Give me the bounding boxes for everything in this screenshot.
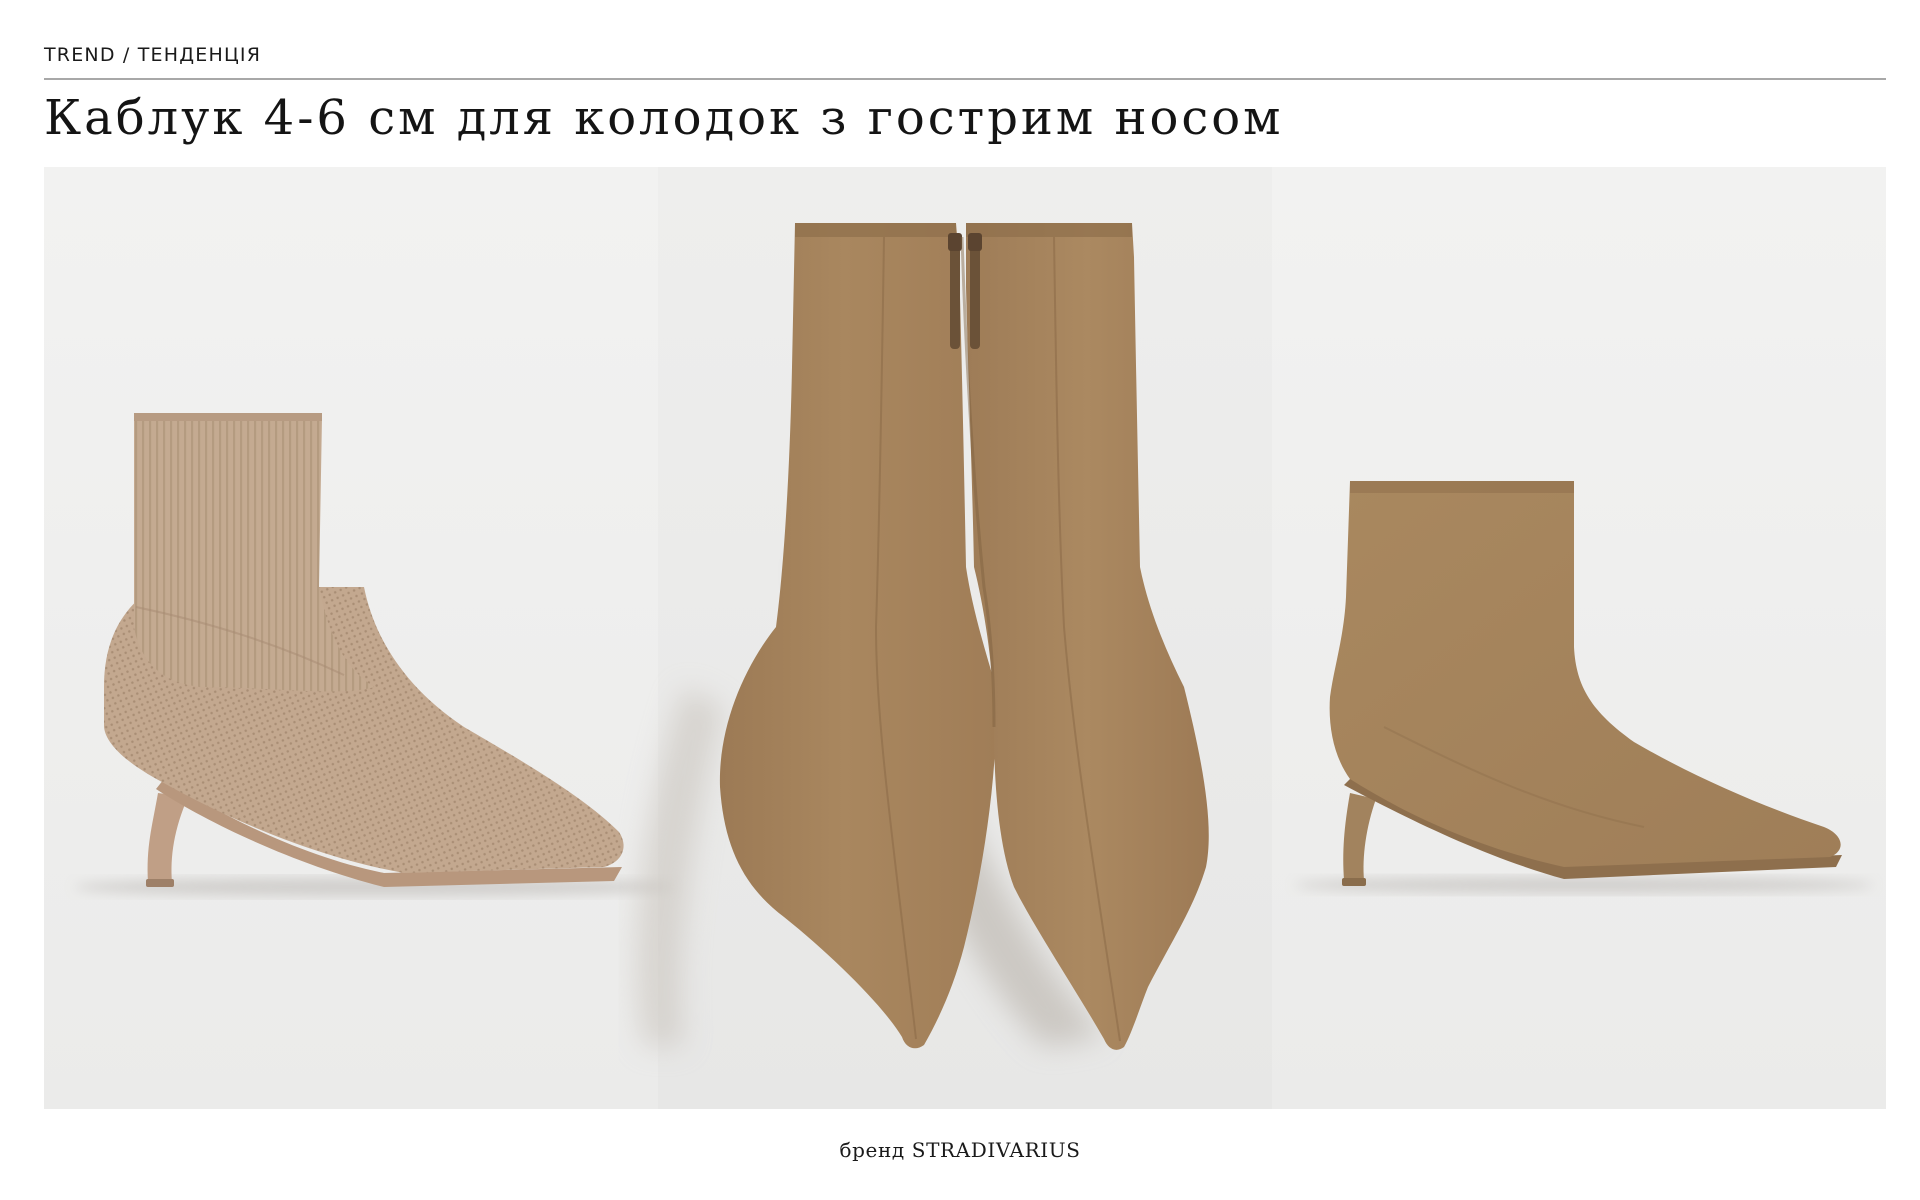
brand-caption: бренд STRADIVARIUS xyxy=(839,1138,1081,1162)
page-title: Каблук 4-6 см для колодок з гострим носо… xyxy=(44,90,1284,146)
product-photo-collage xyxy=(44,167,1886,1109)
section-kicker: TREND / ТЕНДЕНЦІЯ xyxy=(44,44,262,66)
header-divider xyxy=(44,78,1886,80)
product-photo-panel xyxy=(44,167,1886,1109)
